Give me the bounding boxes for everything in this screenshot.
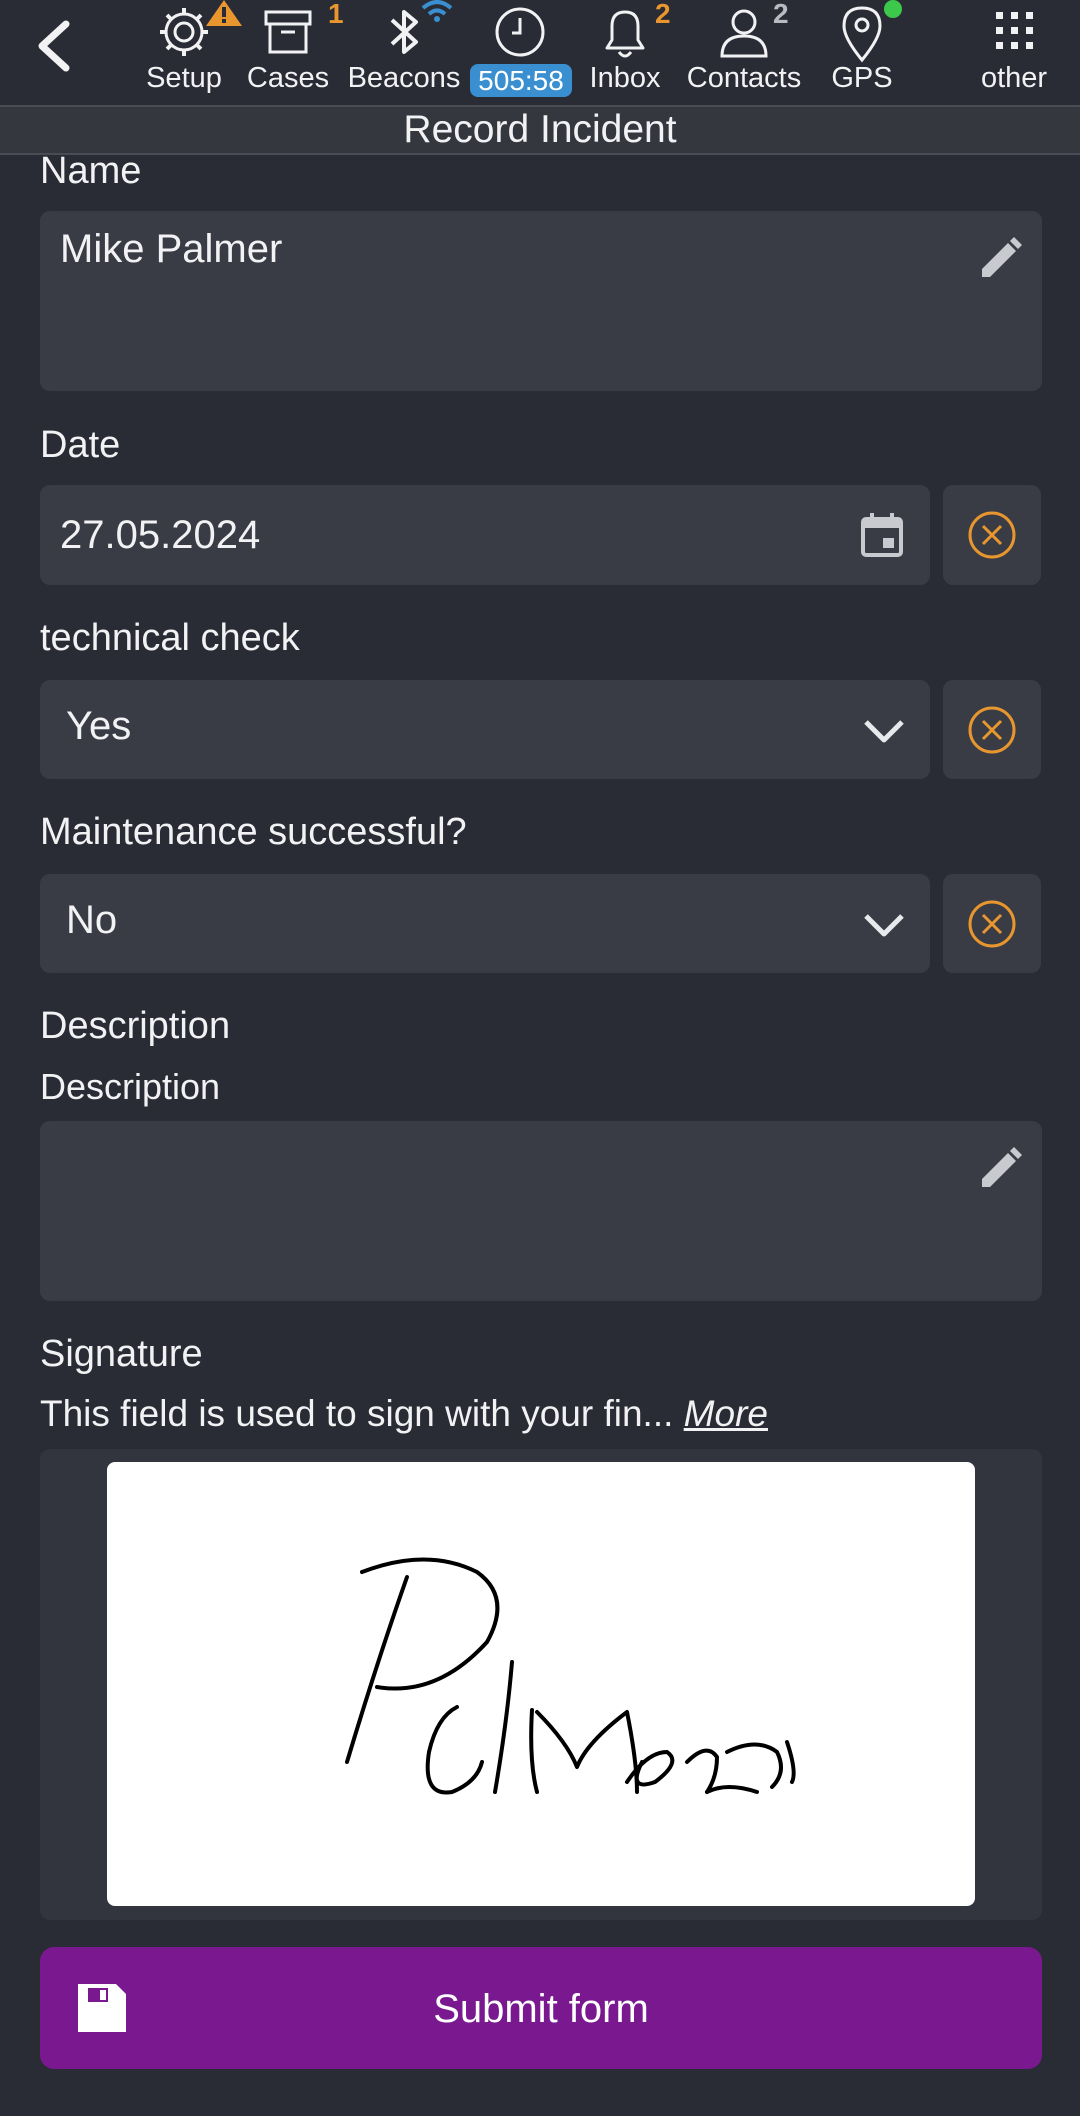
date-value: 27.05.2024 bbox=[60, 513, 261, 557]
technical-check-select[interactable]: Yes bbox=[40, 680, 930, 779]
chevron-down-icon bbox=[864, 720, 904, 743]
calendar-icon[interactable] bbox=[858, 511, 906, 559]
pencil-icon[interactable] bbox=[976, 235, 1024, 283]
pencil-icon[interactable] bbox=[976, 1145, 1024, 1193]
maintenance-select[interactable]: No bbox=[40, 874, 930, 973]
archive-box-icon bbox=[264, 10, 312, 54]
page-title: Record Incident bbox=[0, 107, 1080, 155]
signature-pad[interactable] bbox=[107, 1462, 975, 1906]
technical-check-label: technical check bbox=[40, 617, 300, 659]
warning-icon bbox=[206, 0, 242, 26]
clock-icon[interactable] bbox=[488, 2, 552, 66]
clear-circle-icon bbox=[968, 511, 1016, 559]
name-value: Mike Palmer bbox=[60, 227, 283, 271]
nav-cases[interactable]: Cases bbox=[246, 0, 330, 104]
apps-grid-icon bbox=[996, 12, 1033, 49]
chevron-down-icon bbox=[864, 914, 904, 937]
cases-badge: 1 bbox=[328, 0, 344, 29]
bell-icon bbox=[605, 10, 645, 58]
more-link[interactable]: More bbox=[684, 1393, 768, 1434]
description-heading: Description bbox=[40, 1005, 231, 1047]
nav-inbox-label: Inbox bbox=[589, 62, 661, 94]
maintenance-value: No bbox=[66, 898, 118, 942]
technical-check-clear-button[interactable] bbox=[943, 680, 1041, 779]
timer-display[interactable]: 505:58 bbox=[470, 64, 572, 97]
clear-circle-icon bbox=[968, 900, 1016, 947]
contacts-badge: 2 bbox=[773, 0, 789, 29]
date-clear-button[interactable] bbox=[943, 485, 1041, 585]
nav-inbox[interactable]: Inbox bbox=[586, 0, 664, 104]
description-label: Description bbox=[40, 1066, 221, 1107]
nav-beacons-label: Beacons bbox=[347, 62, 461, 94]
technical-check-value: Yes bbox=[66, 704, 132, 748]
name-field[interactable]: Mike Palmer bbox=[40, 211, 1042, 391]
description-field[interactable] bbox=[40, 1121, 1042, 1301]
handwritten-signature bbox=[345, 1557, 796, 1795]
maintenance-label: Maintenance successful? bbox=[40, 811, 467, 853]
back-arrow-icon[interactable] bbox=[28, 16, 82, 76]
signature-hint: This field is used to sign with your fin… bbox=[40, 1393, 768, 1435]
signature-label: Signature bbox=[40, 1333, 203, 1375]
nav-setup-label: Setup bbox=[146, 62, 222, 94]
wifi-signal-icon bbox=[421, 0, 453, 22]
signature-hint-text: This field is used to sign with your fin… bbox=[40, 1393, 674, 1434]
nav-gps-label: GPS bbox=[831, 62, 893, 94]
date-field[interactable]: 27.05.2024 bbox=[40, 485, 930, 585]
name-label: Name bbox=[40, 150, 142, 192]
submit-form-button[interactable]: Submit form bbox=[40, 1947, 1042, 2069]
date-label: Date bbox=[40, 424, 121, 466]
nav-contacts-label: Contacts bbox=[686, 62, 802, 94]
nav-other[interactable]: other bbox=[966, 0, 1062, 104]
person-icon bbox=[720, 9, 768, 58]
inbox-badge: 2 bbox=[655, 0, 671, 29]
nav-other-label: other bbox=[980, 62, 1048, 94]
top-navigation-bar: Setup Cases 1 Beacons 505:58 Inbox 2 Con… bbox=[0, 0, 1080, 107]
submit-label: Submit form bbox=[433, 1987, 649, 2031]
gps-status-dot bbox=[884, 0, 902, 18]
maintenance-clear-button[interactable] bbox=[943, 874, 1041, 973]
nav-cases-label: Cases bbox=[246, 62, 330, 94]
clear-circle-icon bbox=[968, 706, 1016, 753]
